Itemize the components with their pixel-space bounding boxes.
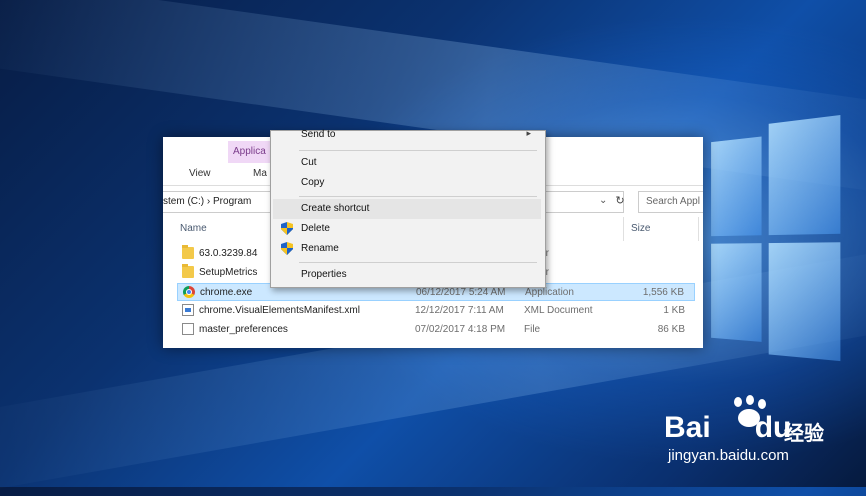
file-name: master_preferences bbox=[199, 324, 288, 335]
file-name: chrome.exe bbox=[200, 287, 252, 298]
menu-item-send-to[interactable]: Send to ▸ bbox=[273, 125, 541, 145]
column-header-size[interactable]: Size bbox=[631, 223, 650, 234]
file-name: chrome.VisualElementsManifest.xml bbox=[199, 305, 360, 316]
file-icon bbox=[182, 323, 194, 335]
menu-item-label: Rename bbox=[301, 243, 339, 254]
file-type: Application bbox=[525, 287, 574, 298]
file-row[interactable]: chrome.VisualElementsManifest.xml 12/12/… bbox=[177, 302, 695, 320]
file-name: SetupMetrics bbox=[199, 267, 257, 278]
windows-logo-pane bbox=[711, 243, 761, 342]
file-date: 12/12/2017 7:11 AM bbox=[415, 305, 504, 316]
baidu-jingyan-watermark: Bai du 经验 jingyan.baidu.com bbox=[660, 395, 860, 475]
breadcrumb-folder[interactable]: Program bbox=[213, 196, 251, 207]
menu-item-rename[interactable]: Rename bbox=[273, 239, 541, 259]
ribbon-tab-manage[interactable]: Ma bbox=[253, 168, 267, 179]
menu-item-label: Properties bbox=[301, 269, 347, 280]
chevron-right-icon: ▸ bbox=[526, 128, 531, 139]
menu-item-copy[interactable]: Copy bbox=[273, 173, 541, 193]
file-row[interactable]: master_preferences 07/02/2017 4:18 PM Fi… bbox=[177, 321, 695, 339]
file-size: 1 KB bbox=[663, 305, 685, 316]
file-type: XML Document bbox=[524, 305, 593, 316]
watermark-url: jingyan.baidu.com bbox=[668, 447, 789, 464]
watermark-brand-left: Bai bbox=[664, 411, 711, 444]
uac-shield-icon bbox=[281, 242, 293, 255]
menu-item-label: Create shortcut bbox=[301, 203, 369, 214]
menu-separator bbox=[299, 196, 537, 197]
watermark-brand-cn: 经验 bbox=[784, 417, 824, 446]
file-size: 86 KB bbox=[658, 324, 685, 335]
windows-logo-pane bbox=[769, 115, 841, 235]
column-divider[interactable] bbox=[623, 217, 624, 241]
menu-item-cut[interactable]: Cut bbox=[273, 153, 541, 173]
ribbon-tab-view[interactable]: View bbox=[189, 168, 211, 179]
file-type: File bbox=[524, 324, 540, 335]
folder-icon bbox=[182, 247, 194, 259]
breadcrumb-drive[interactable]: stem (C:) bbox=[163, 196, 204, 207]
search-input[interactable]: Search Appl bbox=[638, 191, 703, 213]
file-date: 07/02/2017 4:18 PM bbox=[415, 324, 505, 335]
xml-document-icon bbox=[182, 304, 194, 316]
column-header-name[interactable]: Name bbox=[180, 223, 207, 234]
menu-item-delete[interactable]: Delete bbox=[273, 219, 541, 239]
file-size: 1,556 KB bbox=[643, 287, 684, 298]
windows-logo-pane bbox=[711, 137, 761, 237]
column-divider[interactable] bbox=[698, 217, 699, 241]
menu-item-label: Copy bbox=[301, 177, 324, 188]
menu-item-label: Send to bbox=[301, 129, 335, 140]
baidu-paw-icon bbox=[728, 395, 772, 435]
menu-separator bbox=[299, 150, 537, 151]
uac-shield-icon bbox=[281, 222, 293, 235]
breadcrumb: stem (C:) › Program bbox=[163, 196, 251, 207]
menu-separator bbox=[299, 262, 537, 263]
search-placeholder: Search Appl bbox=[646, 196, 700, 207]
windows-logo bbox=[711, 127, 847, 383]
file-name: 63.0.3239.84 bbox=[199, 248, 257, 259]
context-menu: Send to ▸ Cut Copy Create shortcut Delet… bbox=[270, 130, 546, 288]
windows-logo-pane bbox=[769, 242, 841, 361]
menu-item-create-shortcut[interactable]: Create shortcut bbox=[273, 199, 541, 219]
breadcrumb-separator-icon: › bbox=[207, 196, 210, 207]
menu-item-label: Delete bbox=[301, 223, 330, 234]
folder-icon bbox=[182, 266, 194, 278]
chevron-down-icon[interactable]: ⌄ bbox=[599, 195, 607, 206]
menu-item-properties[interactable]: Properties bbox=[273, 265, 541, 285]
file-date: 06/12/2017 5:24 AM bbox=[416, 287, 506, 298]
refresh-icon[interactable]: ↻ bbox=[611, 191, 629, 211]
chrome-icon bbox=[183, 286, 195, 298]
menu-item-label: Cut bbox=[301, 157, 317, 168]
